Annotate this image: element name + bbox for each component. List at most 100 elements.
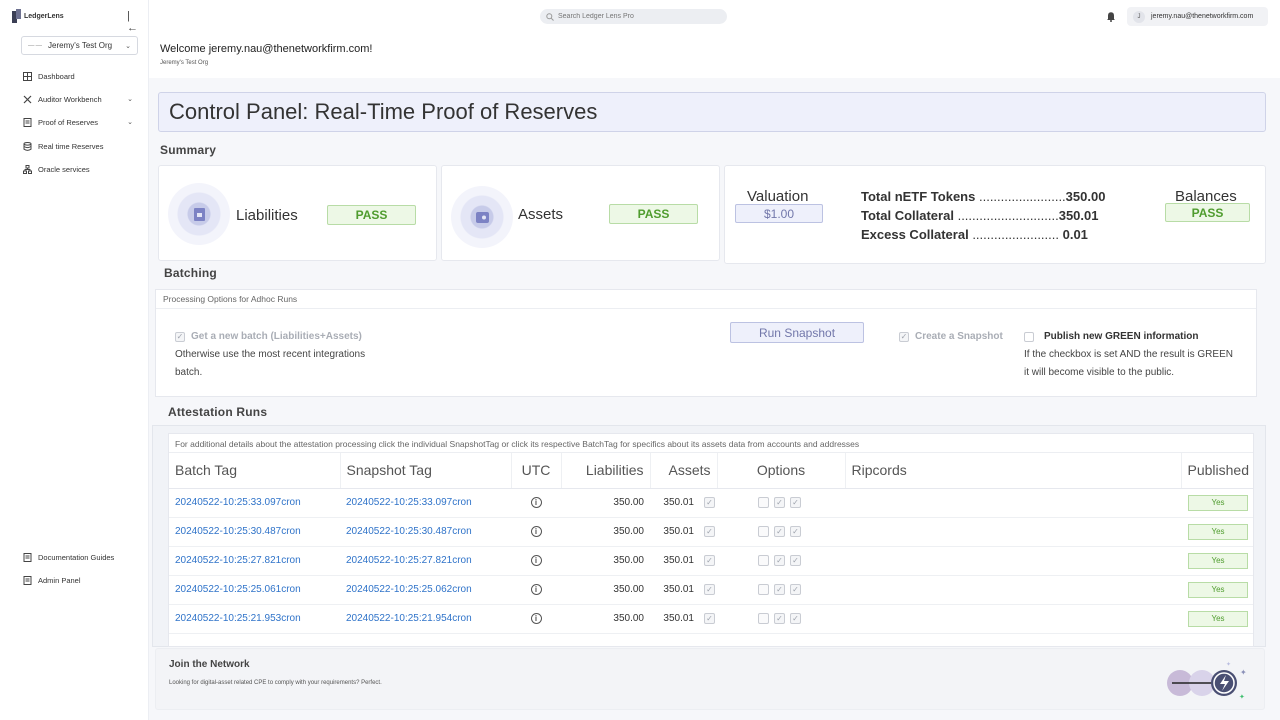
user-menu[interactable]: J jeremy.nau@thenetworkfirm.com — [1127, 7, 1268, 26]
get-new-batch-option[interactable]: ✓ Get a new batch (Liabilities+Assets) — [175, 331, 362, 342]
assets-cell: 350.01 ✓ — [650, 517, 717, 547]
snapshot-tag-link[interactable]: 20240522-10:25:27.821cron — [346, 555, 472, 566]
total-value: 0.01 — [1059, 227, 1088, 242]
sidebar-item-real-time-reserves[interactable]: Real time Reserves — [23, 139, 133, 153]
sidebar-item-oracle-services[interactable]: Oracle services — [23, 162, 133, 176]
grid-icon — [23, 71, 32, 81]
join-network-title: Join the Network — [169, 659, 250, 670]
snapshot-tag-link[interactable]: 20240522-10:25:21.954cron — [346, 613, 472, 624]
tools-icon — [23, 95, 32, 103]
publish-green-help: If the checkbox is set AND the result is… — [1024, 346, 1233, 382]
column-header-options[interactable]: Options — [717, 453, 846, 489]
column-header-assets[interactable]: Assets — [650, 453, 718, 489]
snapshot-tag-link[interactable]: 20240522-10:25:25.062cron — [346, 584, 472, 595]
info-icon[interactable]: i — [530, 584, 542, 595]
column-header-liabilities[interactable]: Liabilities — [561, 453, 651, 489]
info-icon[interactable]: i — [530, 555, 542, 566]
option-checkbox: ✓ — [790, 554, 801, 566]
batch-tag-link[interactable]: 20240522-10:25:33.097cron — [175, 497, 301, 508]
help-line: it will become visible to the public. — [1024, 367, 1175, 378]
bell-icon[interactable] — [1106, 11, 1116, 22]
table-row: 20240522-10:25:21.953cron 20240522-10:25:… — [169, 604, 1253, 634]
valuation-label: Valuation — [747, 188, 809, 205]
network-icon — [23, 164, 32, 174]
sidebar-item-label: Oracle services — [38, 164, 90, 174]
assets-cell: 350.01 ✓ — [650, 604, 717, 634]
info-icon[interactable]: i — [530, 526, 542, 537]
snapshot-tag-cell: 20240522-10:25:21.954cron — [340, 604, 511, 634]
assets-checkbox: ✓ — [704, 612, 715, 624]
brand-logo[interactable]: LedgerLens — [12, 9, 64, 23]
batch-tag-link[interactable]: 20240522-10:25:21.953cron — [175, 613, 301, 624]
publish-green-option[interactable]: Publish new GREEN information — [1024, 331, 1198, 342]
published-cell: Yes — [1181, 517, 1253, 547]
create-snapshot-checkbox[interactable]: ✓ — [899, 331, 909, 342]
sidebar-item-dashboard[interactable]: Dashboard — [23, 69, 133, 83]
search-input[interactable] — [558, 13, 718, 20]
published-badge: Yes — [1188, 494, 1248, 511]
table-header-row: Batch Tag Snapshot Tag UTC Liabilities A… — [169, 453, 1253, 489]
table-row: 20240522-10:25:33.097cron 20240522-10:25:… — [169, 488, 1253, 518]
chevron-down-icon: ⌄ — [127, 119, 133, 126]
attestation-heading: Attestation Runs — [168, 405, 268, 419]
create-snapshot-option[interactable]: ✓ Create a Snapshot — [899, 331, 1003, 342]
document-icon — [23, 575, 32, 585]
batching-heading: Batching — [164, 266, 217, 280]
run-snapshot-button[interactable]: Run Snapshot — [730, 322, 864, 343]
published-badge: Yes — [1188, 523, 1248, 540]
batch-tag-link[interactable]: 20240522-10:25:25.061cron — [175, 584, 301, 595]
attestation-table: Batch Tag Snapshot Tag UTC Liabilities A… — [169, 453, 1253, 634]
sidebar-item-admin-panel[interactable]: Admin Panel — [23, 573, 133, 587]
org-select[interactable]: —·— Jeremy's Test Org ⌄ — [21, 36, 138, 55]
get-new-batch-help: Otherwise use the most recent integratio… — [175, 346, 365, 382]
user-email: jeremy.nau@thenetworkfirm.com — [1151, 13, 1254, 20]
search-bar[interactable] — [540, 9, 727, 24]
total-label: Total Collateral — [861, 208, 954, 223]
column-header-published[interactable]: Published — [1181, 453, 1253, 489]
batch-tag-link[interactable]: 20240522-10:25:30.487cron — [175, 526, 301, 537]
option-checkbox — [758, 525, 769, 537]
assets-value: 350.01 — [663, 555, 694, 567]
liabilities-status-badge: PASS — [327, 205, 416, 225]
collapse-sidebar-icon[interactable]: |← — [127, 10, 139, 34]
utc-cell: i — [511, 604, 561, 634]
column-header-utc[interactable]: UTC — [511, 453, 562, 489]
snapshot-tag-cell: 20240522-10:25:25.062cron — [340, 575, 511, 605]
sidebar: LedgerLens |← —·— Jeremy's Test Org ⌄ Da… — [0, 0, 149, 720]
balances-status-badge: PASS — [1165, 203, 1250, 222]
assets-value: 350.01 — [663, 497, 694, 509]
info-icon[interactable]: i — [530, 497, 542, 508]
utc-cell: i — [511, 488, 561, 518]
sidebar-item-label: Proof of Reserves — [38, 117, 99, 127]
published-cell: Yes — [1181, 604, 1253, 634]
sidebar-item-proof-of-reserves[interactable]: Proof of Reserves ⌄ — [23, 115, 133, 129]
sidebar-item-auditor-workbench[interactable]: Auditor Workbench ⌄ — [23, 92, 133, 106]
svg-text:✦: ✦ — [1239, 693, 1245, 701]
option-checkbox: ✓ — [774, 612, 785, 624]
assets-status-badge: PASS — [609, 204, 698, 224]
join-network-card[interactable]: Join the Network Looking for digital-ass… — [155, 648, 1265, 710]
column-header-ripcords[interactable]: Ripcords — [845, 453, 1182, 489]
options-cell: ✓ ✓ — [717, 546, 845, 576]
get-new-batch-checkbox[interactable]: ✓ — [175, 331, 185, 342]
sidebar-item-documentation-guides[interactable]: Documentation Guides — [23, 550, 133, 564]
create-snapshot-label: Create a Snapshot — [915, 331, 1003, 342]
publish-green-checkbox[interactable] — [1024, 331, 1034, 342]
chevron-down-icon: ⌄ — [127, 96, 133, 103]
snapshot-tag-link[interactable]: 20240522-10:25:30.487cron — [346, 526, 472, 537]
info-icon[interactable]: i — [530, 613, 542, 624]
assets-cell: 350.01 ✓ — [650, 488, 717, 518]
sidebar-item-label: Admin Panel — [38, 575, 81, 585]
batching-card-header: Processing Options for Adhoc Runs — [156, 290, 1256, 309]
option-checkbox — [758, 496, 769, 508]
svg-text:✦: ✦ — [1240, 668, 1247, 677]
ripcords-cell — [845, 604, 1181, 634]
batch-tag-cell: 20240522-10:25:25.061cron — [169, 575, 340, 605]
column-header-batch-tag[interactable]: Batch Tag — [169, 453, 341, 489]
sidebar-item-label: Documentation Guides — [38, 552, 115, 562]
snapshot-tag-link[interactable]: 20240522-10:25:33.097cron — [346, 497, 472, 508]
sidebar-item-label: Real time Reserves — [38, 141, 104, 151]
column-header-snapshot-tag[interactable]: Snapshot Tag — [340, 453, 512, 489]
org-select-value: Jeremy's Test Org — [48, 41, 113, 50]
batch-tag-link[interactable]: 20240522-10:25:27.821cron — [175, 555, 301, 566]
